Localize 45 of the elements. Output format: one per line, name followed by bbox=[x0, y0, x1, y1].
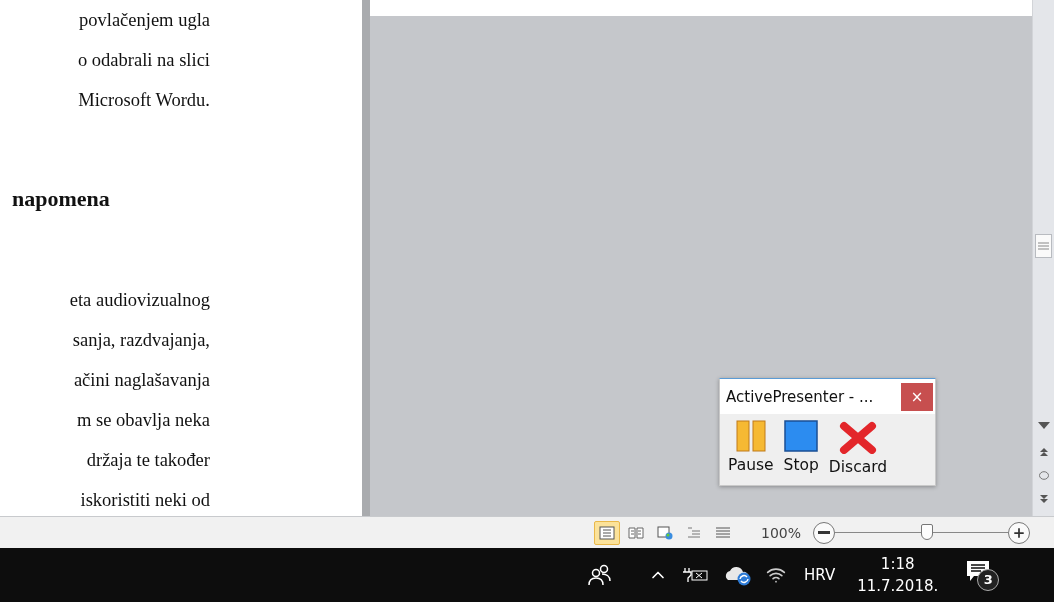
book-icon bbox=[628, 525, 644, 540]
people-icon[interactable] bbox=[588, 564, 612, 586]
lines-icon bbox=[715, 525, 731, 540]
zoom-in-button[interactable] bbox=[1008, 521, 1031, 544]
close-button[interactable]: × bbox=[901, 382, 933, 411]
body-text: povlačenjem ugla bbox=[79, 9, 210, 32]
section-heading: napomena bbox=[11, 186, 110, 212]
body-text: eta audiovizualnog bbox=[69, 289, 210, 312]
previous-page-icon[interactable] bbox=[1038, 447, 1049, 457]
cloud-sync-icon[interactable] bbox=[724, 564, 752, 586]
stop-icon bbox=[784, 420, 819, 452]
notification-button[interactable]: 3 bbox=[966, 559, 1000, 591]
print-view-button[interactable] bbox=[594, 520, 620, 545]
body-text: sanja, razdvajanja, bbox=[72, 329, 210, 352]
discard-button[interactable]: Discard bbox=[828, 420, 888, 476]
zoom-out-button[interactable] bbox=[813, 521, 836, 544]
plus-icon bbox=[1012, 525, 1027, 540]
notification-count: 3 bbox=[977, 568, 1000, 591]
outline-icon bbox=[686, 525, 702, 540]
body-text: m se obavlja neka bbox=[76, 409, 210, 432]
clock[interactable]: 1:18 11.7.2018. bbox=[857, 553, 939, 597]
body-text: Microsoft Wordu. bbox=[78, 89, 210, 112]
pause-button[interactable]: Pause bbox=[728, 420, 774, 476]
cross-icon bbox=[839, 420, 877, 454]
battery-icon[interactable] bbox=[682, 567, 710, 583]
scroll-down-icon[interactable] bbox=[1037, 422, 1050, 429]
wifi-icon[interactable] bbox=[766, 565, 786, 585]
body-text: ačini naglašavanja bbox=[73, 369, 210, 392]
slider-thumb[interactable] bbox=[920, 523, 933, 540]
dialog-title: ActivePresenter - ... bbox=[726, 387, 874, 406]
browse-object-icon[interactable] bbox=[1038, 471, 1049, 480]
zoom-level[interactable]: 100% bbox=[761, 524, 802, 541]
minus-icon bbox=[818, 531, 831, 534]
page-icon bbox=[599, 525, 615, 540]
date-text: 11.7.2018. bbox=[857, 576, 939, 597]
scroll-thumb[interactable] bbox=[1035, 234, 1052, 258]
language-indicator[interactable]: HRV bbox=[804, 566, 836, 584]
body-text: iskoristiti neki od bbox=[80, 489, 210, 512]
next-page-icon[interactable] bbox=[1038, 494, 1049, 504]
web-page-icon bbox=[657, 525, 673, 540]
body-text: o odabrali na slici bbox=[77, 49, 210, 72]
pause-icon bbox=[735, 420, 766, 452]
stop-button[interactable]: Stop bbox=[783, 420, 819, 476]
time-text: 1:18 bbox=[880, 554, 915, 575]
body-text: držaja te također bbox=[86, 449, 210, 472]
